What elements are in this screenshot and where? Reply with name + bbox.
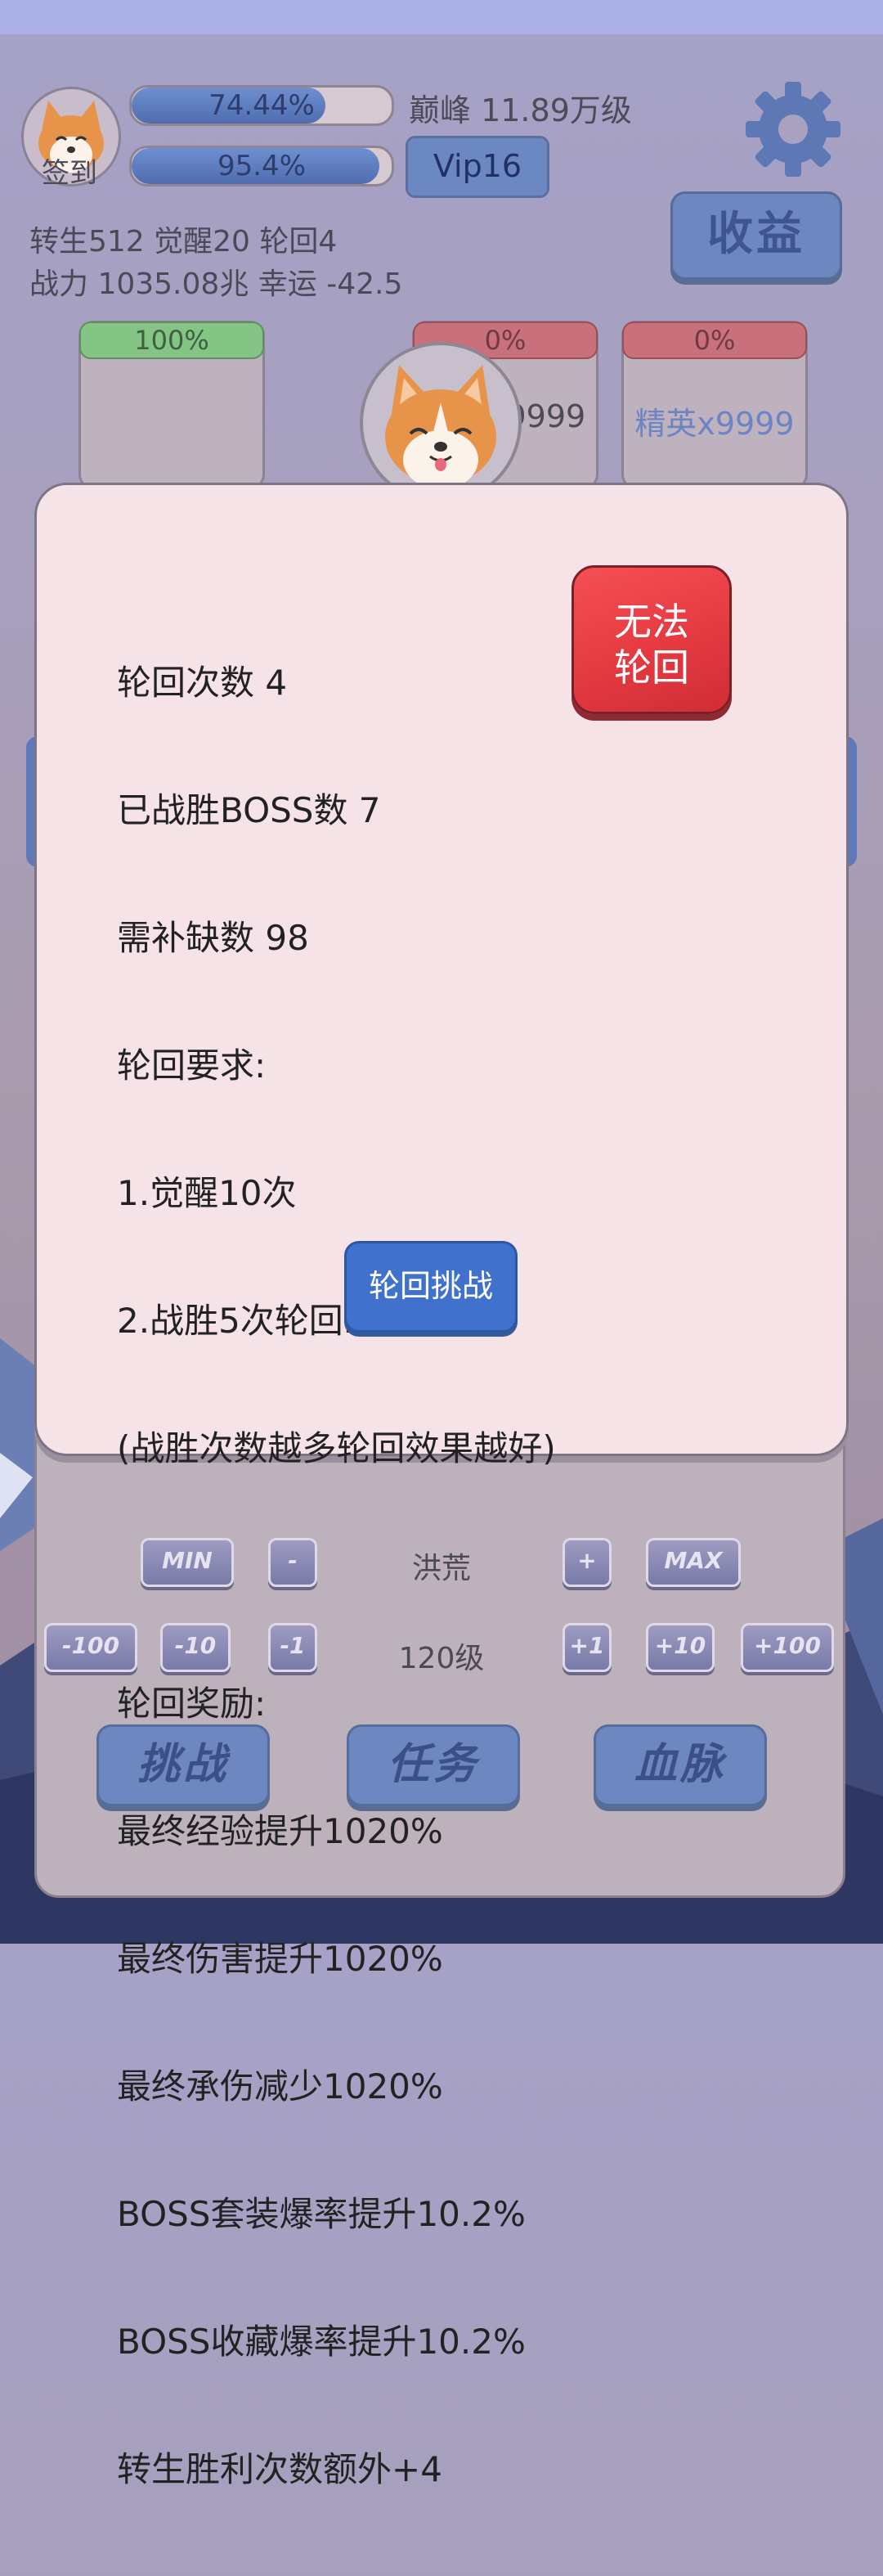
dialog-line: (战胜次数越多轮回效果越好): [117, 1428, 556, 1468]
stats-line-1: 转生512 觉醒20 轮回4: [29, 225, 338, 258]
dialog-line: 最终承伤减少1020%: [117, 2066, 443, 2106]
dialog-line: [117, 1555, 556, 1598]
dialog-info-text: 轮回次数 4 已战胜BOSS数 7 需补缺数 98 轮回要求: 1.觉醒10次 …: [117, 577, 556, 2576]
dialog-line: 已战胜BOSS数 7: [117, 790, 381, 830]
exp-progress-bar: 74.44%: [129, 85, 394, 126]
dialog-line: 转生胜利次数额外+4: [117, 2449, 442, 2489]
dialog-line: 需补缺数 98: [117, 918, 309, 958]
dialog-line: 轮回奖励:: [117, 1684, 267, 1724]
plus-100-button[interactable]: +100: [741, 1623, 834, 1672]
gear-icon[interactable]: [744, 80, 842, 178]
plus-button[interactable]: +: [563, 1538, 612, 1587]
stage-card-3-label: 精英x9999: [634, 406, 795, 442]
stage-card-3-percent: 0%: [622, 321, 807, 359]
fail-button-line-1: 无法: [614, 600, 689, 644]
vip-button[interactable]: Vip16: [406, 136, 549, 198]
peak-level: 巅峰 11.89万级: [409, 92, 632, 128]
second-progress-bar: 95.4%: [129, 146, 394, 187]
dialog-line: BOSS套装爆率提升10.2%: [117, 2194, 526, 2234]
reincarnation-challenge-button[interactable]: 轮回挑战: [344, 1241, 518, 1333]
plus-1-button[interactable]: +1: [563, 1623, 612, 1672]
dialog-line: 最终伤害提升1020%: [117, 1939, 443, 1979]
dialog-line: 轮回次数 4: [117, 663, 288, 703]
stage-card-3[interactable]: 0% 精英x9999: [621, 321, 808, 489]
signin-label[interactable]: 签到: [33, 151, 106, 191]
status-bar: [0, 0, 883, 34]
stage-card-1-percent: 100%: [79, 321, 264, 359]
stats-line-2: 战力 1035.08兆 幸运 -42.5: [29, 267, 403, 301]
fail-button-line-2: 轮回: [614, 645, 689, 690]
cannot-reincarnate-button[interactable]: 无法 轮回: [571, 565, 732, 714]
reincarnation-dialog: 轮回次数 4 已战胜BOSS数 7 需补缺数 98 轮回要求: 1.觉醒10次 …: [34, 483, 849, 2489]
dialog-line: BOSS收藏爆率提升10.2%: [117, 2322, 526, 2362]
dialog-line: 轮回要求:: [117, 1045, 267, 1086]
second-progress-text: 95.4%: [217, 150, 306, 182]
exp-progress-text: 74.44%: [208, 89, 315, 122]
max-button[interactable]: MAX: [646, 1538, 741, 1587]
bloodline-button[interactable]: 血脉: [594, 1724, 767, 1806]
dialog-line: 最终经验提升1020%: [117, 1811, 443, 1851]
income-button[interactable]: 收益: [670, 191, 842, 280]
stage-card-1[interactable]: 100%: [78, 321, 265, 489]
dog-mascot-icon: [360, 342, 522, 504]
plus-10-button[interactable]: +10: [646, 1623, 715, 1672]
dialog-line: 1.觉醒10次: [117, 1173, 297, 1213]
